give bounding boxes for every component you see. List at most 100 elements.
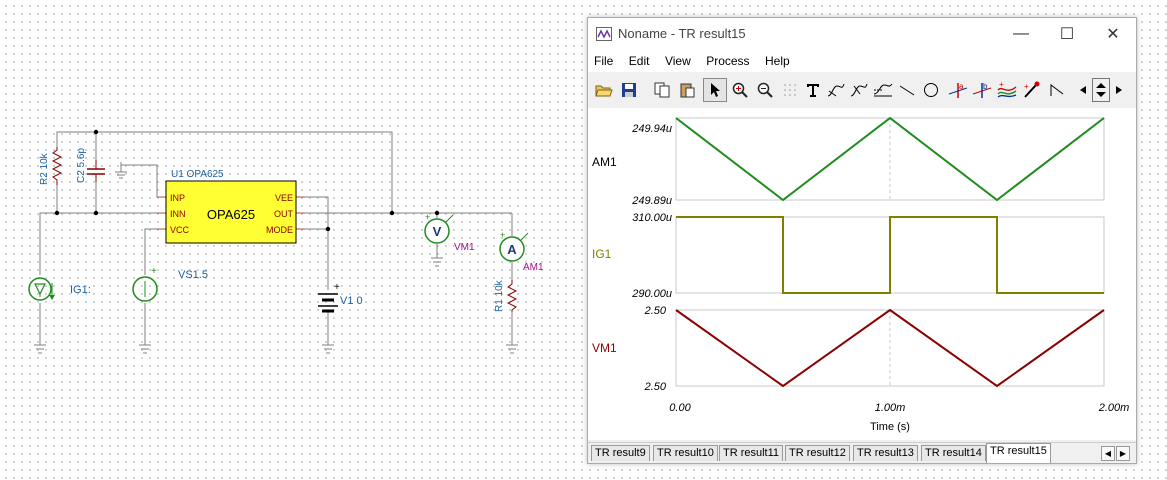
maximize-button[interactable]: ☐: [1044, 18, 1090, 50]
resistor-r2[interactable]: [51, 147, 63, 185]
tab-tr-result14[interactable]: TR result14: [921, 445, 986, 461]
curve-annotate-icon[interactable]: [824, 78, 848, 102]
battery-v1[interactable]: [318, 293, 338, 313]
result-tabs: TR result9 TR result10 TR result11 TR re…: [588, 442, 1136, 463]
ig1-label: IG1:: [70, 284, 91, 296]
paste-icon[interactable]: [675, 78, 699, 102]
curve-label-icon[interactable]: [847, 78, 871, 102]
tab-tr-result11[interactable]: TR result11: [719, 445, 784, 461]
am1-plus-label: +: [500, 230, 505, 240]
ic-name-label: OPA625: [207, 207, 255, 222]
current-source-ig1[interactable]: [28, 277, 55, 301]
scroll-right-icon[interactable]: [1112, 78, 1126, 102]
tab-scroll-right[interactable]: ▶: [1116, 446, 1130, 461]
ground-icon: [139, 344, 151, 354]
ammeter-am1[interactable]: A +: [499, 230, 529, 262]
corner-icon[interactable]: [1045, 78, 1069, 102]
pin-inn-label: INN: [170, 209, 186, 219]
line-tool-icon[interactable]: [895, 78, 919, 102]
transient-chart[interactable]: 249.94u 249.89u 310.00u 290.00u 2.50 2.5…: [588, 108, 1136, 440]
ground-icon: [34, 344, 46, 354]
svg-text:+: +: [999, 81, 1004, 89]
text-tool-icon[interactable]: [801, 78, 825, 102]
am1-ymax-label: 249.94u: [631, 123, 672, 135]
voltmeter-vm1[interactable]: V +: [424, 212, 454, 244]
vs1-label: VS1.5: [178, 269, 208, 281]
tab-tr-result12[interactable]: TR result12: [785, 445, 850, 461]
copy-icon[interactable]: [650, 78, 674, 102]
ground-symbols: [34, 257, 518, 354]
pin-vee-label: VEE: [275, 193, 293, 203]
svg-text:+: +: [1024, 82, 1029, 91]
tab-tr-result9[interactable]: TR result9: [591, 445, 650, 461]
add-curve-icon[interactable]: +: [995, 78, 1019, 102]
r1-label: R1 10k: [494, 279, 505, 312]
ground-icon: [506, 344, 518, 354]
x-tick-1: 1.00m: [875, 402, 906, 414]
menu-edit[interactable]: Edit: [623, 50, 655, 68]
cursor-a-icon[interactable]: a: [946, 78, 970, 102]
v1-label: V1 0: [340, 295, 363, 307]
plot-area[interactable]: 249.94u 249.89u 310.00u 290.00u 2.50 2.5…: [588, 108, 1136, 440]
c2-label: C2 5.6p: [76, 148, 87, 183]
tab-tr-result13[interactable]: TR result13: [853, 445, 918, 461]
menu-bar: File Edit View Process Help: [588, 50, 1136, 72]
tab-scroll-left[interactable]: ◀: [1101, 446, 1115, 461]
x-tick-2: 2.00m: [1098, 402, 1130, 414]
x-tick-0: 0.00: [669, 402, 691, 414]
menu-file[interactable]: File: [588, 50, 618, 68]
ground-icon: [431, 257, 443, 267]
cursor-b-icon[interactable]: b: [970, 78, 994, 102]
opamp-u1[interactable]: INP INN VCC VEE OUT MODE OPA625: [165, 180, 297, 244]
title-bar[interactable]: Noname - TR result15 — ☐ ✕: [588, 18, 1136, 50]
minimize-button[interactable]: —: [998, 18, 1044, 50]
result-window[interactable]: Noname - TR result15 — ☐ ✕ File Edit Vie…: [587, 17, 1137, 464]
am1-label: AM1: [523, 262, 544, 273]
grid-icon[interactable]: [778, 78, 802, 102]
zoom-in-icon[interactable]: [728, 78, 752, 102]
window-title: Noname - TR result15: [618, 26, 746, 41]
pin-mode-label: MODE: [266, 225, 293, 235]
x-axis-label: Time (s): [870, 421, 910, 433]
am1-ymin-label: 249.89u: [631, 195, 672, 207]
u1-label: U1 OPA625: [171, 169, 224, 180]
tab-tr-result15[interactable]: TR result15: [986, 443, 1051, 463]
ammeter-symbol: A: [507, 242, 517, 257]
v1-plus-label: +: [334, 282, 340, 293]
vm1-ymin-label: 2.50: [644, 381, 667, 393]
svg-text:b: b: [983, 82, 988, 91]
vm1-ymax-label: 2.50: [644, 305, 667, 317]
capacitor-c2[interactable]: [87, 168, 105, 175]
vs1-plus-label: +: [151, 266, 157, 277]
pin-inp-label: INP: [170, 193, 185, 203]
pin-out-label: OUT: [274, 209, 294, 219]
ig1-ymin-label: 290.00u: [631, 288, 672, 300]
series-label-vm1: VM1: [592, 341, 617, 355]
r2-label: R2 10k: [39, 152, 50, 185]
vm1-label: VM1: [454, 242, 475, 253]
save-icon[interactable]: [617, 78, 641, 102]
zoom-100-icon[interactable]: [753, 78, 777, 102]
toolbar: a b + +: [588, 74, 1136, 106]
resistor-r1[interactable]: [506, 280, 518, 312]
voltmeter-symbol: V: [433, 224, 442, 239]
open-icon[interactable]: [592, 78, 616, 102]
ground-icon: [322, 344, 334, 354]
ig1-ymax-label: 310.00u: [632, 212, 672, 224]
menu-view[interactable]: View: [659, 50, 696, 68]
scroll-updown-icon[interactable]: [1092, 78, 1110, 102]
app-icon: [596, 26, 612, 47]
menu-process[interactable]: Process: [700, 50, 754, 68]
menu-help[interactable]: Help: [759, 50, 795, 68]
curve-axis-icon[interactable]: [871, 78, 895, 102]
svg-text:a: a: [959, 82, 964, 91]
pointer-icon[interactable]: [703, 78, 727, 102]
close-button[interactable]: ✕: [1090, 18, 1136, 50]
scroll-left-icon[interactable]: [1076, 78, 1090, 102]
tab-tr-result10[interactable]: TR result10: [653, 445, 718, 461]
vm1-plus-label: +: [425, 212, 430, 222]
ellipse-tool-icon[interactable]: [919, 78, 943, 102]
pin-vcc-label: VCC: [170, 225, 190, 235]
probe-icon[interactable]: +: [1020, 78, 1044, 102]
series-label-am1: AM1: [592, 155, 617, 169]
